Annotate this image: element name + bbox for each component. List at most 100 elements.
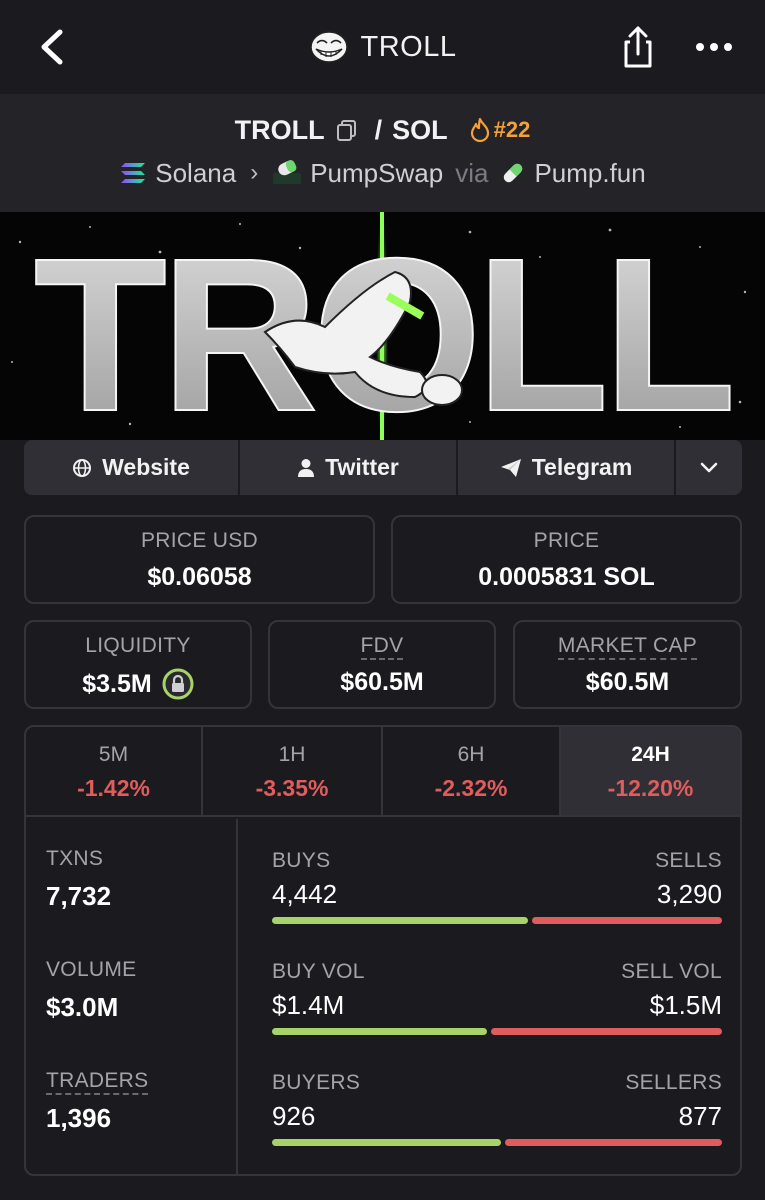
- dex-link[interactable]: PumpSwap: [310, 158, 443, 189]
- top-bar: TROLL: [0, 0, 765, 94]
- mcap-label[interactable]: MARKET CAP: [557, 634, 698, 660]
- social-links: Website Twitter Telegram: [24, 440, 742, 495]
- launchpad-link[interactable]: Pump.fun: [534, 158, 645, 189]
- timeframe-tabs: 5M -1.42% 1H -3.35% 6H -2.32% 24H -12.20…: [26, 727, 740, 817]
- buys-bar: [272, 917, 528, 924]
- tab-label: 1H: [278, 743, 306, 766]
- tab-6h[interactable]: 6H -2.32%: [383, 727, 561, 815]
- tab-label: 6H: [457, 743, 485, 766]
- buy-vol-value: $1.4M: [272, 990, 345, 1020]
- buyers-label: BUYERS: [272, 1071, 361, 1094]
- price-native-label: PRICE: [533, 529, 600, 552]
- liquidity-value-group: $3.5M: [26, 668, 250, 700]
- txns-label: TXNS: [46, 847, 104, 870]
- buys-value: 4,442: [272, 879, 338, 909]
- quote-token: SOL: [392, 114, 448, 145]
- sell-vol-bar: [491, 1028, 722, 1035]
- pill-icon: [504, 163, 523, 183]
- tab-change: -2.32%: [434, 775, 508, 801]
- tab-change: -12.20%: [607, 775, 694, 801]
- volume-stat: VOLUME $3.0M: [46, 958, 137, 1023]
- txns-stat: TXNS 7,732: [46, 847, 111, 912]
- sellers-bar: [505, 1139, 722, 1146]
- sellers-value: 877: [678, 1101, 722, 1131]
- breakdown-column: BUYS SELLS 4,442 3,290 BUY VOL SELL VOL …: [272, 819, 722, 1174]
- fdv-label[interactable]: FDV: [360, 634, 404, 660]
- website-label: Website: [102, 454, 190, 480]
- buyers-bar: [272, 1139, 501, 1146]
- tab-24h[interactable]: 24H -12.20%: [561, 727, 740, 815]
- traders-value: 1,396: [46, 1103, 112, 1133]
- sells-label: SELLS: [655, 849, 722, 872]
- sell-vol-label: SELL VOL: [621, 960, 722, 983]
- liquidity-value: $3.5M: [82, 669, 152, 698]
- more-options-button[interactable]: [692, 30, 736, 64]
- traders-label-wrap: TRADERS: [46, 1069, 149, 1095]
- chain-link[interactable]: Solana: [155, 158, 236, 189]
- troll-face-icon: [309, 31, 348, 63]
- price-native-card: PRICE 0.0005831 SOL: [391, 515, 742, 604]
- share-icon: [624, 26, 652, 68]
- expand-socials-button[interactable]: [676, 440, 742, 495]
- copy-icon[interactable]: [335, 118, 359, 142]
- tab-label: 24H: [631, 743, 670, 766]
- buys-label: BUYS: [272, 849, 331, 872]
- chevron-right-icon: ›: [250, 159, 259, 186]
- token-banner: TROLL: [0, 212, 765, 440]
- ellipsis-icon: [696, 43, 732, 51]
- mcap-label-wrap: MARKET CAP: [515, 634, 740, 660]
- paper-plane-icon: [500, 458, 521, 477]
- pair-title: TROLL / SOL #22: [0, 112, 765, 148]
- sell-vol-value: $1.5M: [649, 990, 722, 1020]
- telegram-label: Telegram: [531, 454, 633, 480]
- fdv-card: FDV $60.5M: [268, 620, 496, 709]
- price-native-value: 0.0005831 SOL: [478, 563, 655, 591]
- lock-icon[interactable]: [162, 668, 194, 700]
- txns-value: 7,732: [46, 881, 112, 911]
- traders-stat: TRADERS 1,396: [46, 1069, 149, 1134]
- page-title: TROLL: [360, 30, 457, 63]
- website-button[interactable]: Website: [24, 440, 240, 495]
- volume-label: VOLUME: [46, 958, 137, 981]
- twitter-button[interactable]: Twitter: [240, 440, 458, 495]
- summary-column: TXNS 7,732 VOLUME $3.0M TRADERS 1,396: [26, 819, 238, 1174]
- pair-header: TROLL / SOL #22 Solana › PumpSwap via Pu…: [0, 94, 765, 212]
- rank-value: #22: [493, 117, 531, 142]
- traders-label[interactable]: TRADERS: [46, 1069, 149, 1095]
- fdv-value: $60.5M: [340, 668, 424, 696]
- tab-5m[interactable]: 5M -1.42%: [26, 727, 203, 815]
- tab-change: -3.35%: [255, 775, 329, 801]
- base-token: TROLL: [234, 114, 325, 145]
- trending-rank[interactable]: #22: [470, 117, 531, 143]
- person-icon: [298, 458, 315, 477]
- price-usd-value: $0.06058: [147, 563, 252, 591]
- buyers-value: 926: [272, 1101, 316, 1131]
- sells-value: 3,290: [656, 879, 722, 909]
- price-usd-card: PRICE USD $0.06058: [24, 515, 375, 604]
- mcap-value: $60.5M: [585, 668, 670, 696]
- sellers-label: SELLERS: [625, 1071, 722, 1094]
- pair-separator: /: [374, 114, 383, 145]
- breadcrumb: Solana › PumpSwap via Pump.fun: [0, 154, 765, 192]
- buy-vol-bar: [272, 1028, 487, 1035]
- price-usd-label: PRICE USD: [140, 529, 259, 552]
- chevron-down-icon: [700, 462, 718, 472]
- volume-split-row: BUY VOL SELL VOL $1.4M $1.5M: [272, 930, 722, 1035]
- fdv-label-wrap: FDV: [270, 634, 494, 660]
- share-button[interactable]: [616, 22, 660, 72]
- twitter-label: Twitter: [325, 454, 399, 480]
- telegram-button[interactable]: Telegram: [458, 440, 676, 495]
- solana-icon: [121, 163, 146, 183]
- liquidity-label: LIQUIDITY: [85, 634, 191, 657]
- buy-vol-label: BUY VOL: [272, 960, 365, 983]
- tab-change: -1.42%: [77, 775, 150, 801]
- tab-1h[interactable]: 1H -3.35%: [203, 727, 383, 815]
- banner-image: TROLL: [0, 212, 765, 440]
- globe-icon: [73, 458, 92, 477]
- via-label: via: [455, 157, 489, 188]
- participants-row: BUYERS SELLERS 926 877: [272, 1041, 722, 1146]
- pumpswap-icon: [273, 160, 302, 184]
- tab-label: 5M: [98, 743, 129, 766]
- flame-icon: [470, 118, 489, 142]
- sells-bar: [532, 917, 722, 924]
